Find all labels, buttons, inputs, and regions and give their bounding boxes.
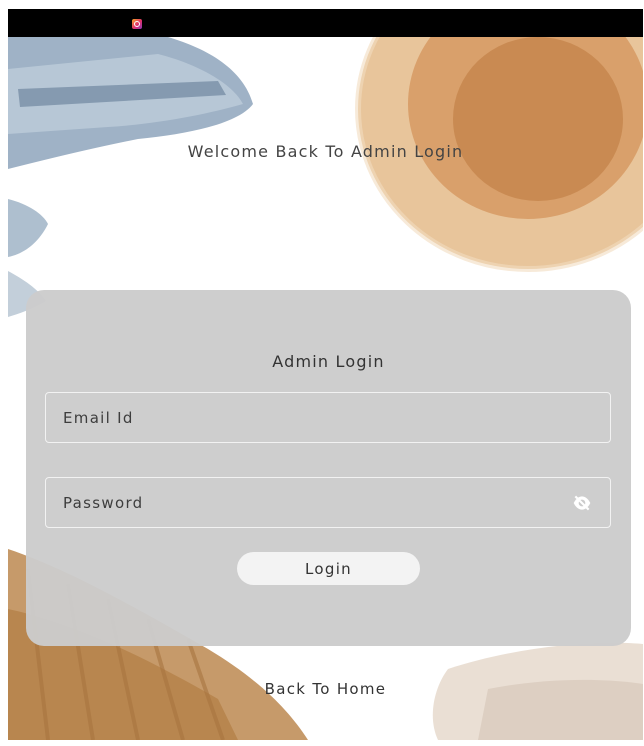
password-input[interactable]: [46, 478, 610, 527]
card-title: Admin Login: [272, 352, 385, 371]
eye-off-icon[interactable]: [572, 494, 592, 512]
email-field: [45, 392, 611, 443]
status-bar: [8, 9, 643, 37]
app-screen: Welcome Back To Admin Login Admin Login …: [8, 9, 643, 740]
welcome-heading: Welcome Back To Admin Login: [187, 142, 464, 161]
password-field: [45, 477, 611, 528]
back-to-home-link[interactable]: Back To Home: [8, 680, 643, 698]
email-input[interactable]: [46, 393, 610, 442]
login-card: Admin Login Login: [26, 290, 631, 646]
instagram-icon: [132, 19, 142, 29]
login-button[interactable]: Login: [237, 552, 420, 585]
